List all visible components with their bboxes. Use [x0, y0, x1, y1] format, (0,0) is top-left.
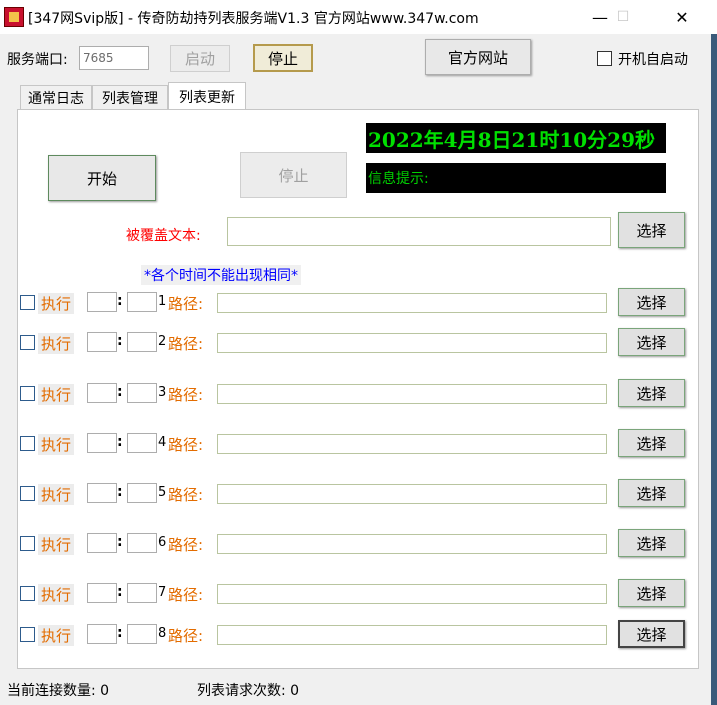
connections-count: 当前连接数量: 0: [7, 683, 110, 699]
port-input[interactable]: 7685: [79, 46, 149, 70]
path-input[interactable]: [217, 434, 607, 454]
time-separator: :: [117, 384, 123, 400]
hour-input[interactable]: [87, 483, 117, 503]
minute-input[interactable]: [127, 533, 157, 553]
minute-input[interactable]: [127, 433, 157, 453]
hour-input[interactable]: [87, 533, 117, 553]
time-separator: :: [117, 584, 123, 600]
time-separator: :: [117, 434, 123, 450]
path-input[interactable]: [217, 534, 607, 554]
path-select-button[interactable]: 选择: [618, 479, 685, 507]
minute-input[interactable]: [127, 292, 157, 312]
path-input[interactable]: [217, 333, 607, 353]
path-label: 路径:: [168, 295, 204, 313]
execute-checkbox[interactable]: [20, 627, 35, 642]
path-select-button[interactable]: 选择: [618, 579, 685, 607]
execute-label: 执行: [38, 584, 75, 605]
execute-checkbox[interactable]: [20, 586, 35, 601]
window-title: [347网Svip版] - 传奇防劫持列表服务端V1.3 官方网站www.347…: [28, 11, 479, 27]
cover-text-select-button[interactable]: 选择: [618, 212, 685, 248]
maximize-button[interactable]: ☐: [600, 0, 646, 34]
execute-label: 执行: [38, 625, 75, 646]
execute-label: 执行: [38, 333, 75, 354]
path-input[interactable]: [217, 584, 607, 604]
app-icon: [4, 7, 24, 27]
path-input[interactable]: [217, 293, 607, 313]
execute-label: 执行: [38, 484, 75, 505]
path-label: 路径:: [168, 436, 204, 454]
execute-checkbox[interactable]: [20, 486, 35, 501]
row-index: 4: [158, 435, 167, 450]
execute-label: 执行: [38, 384, 75, 405]
hour-input[interactable]: [87, 292, 117, 312]
time-separator: :: [117, 625, 123, 641]
path-label: 路径:: [168, 536, 204, 554]
row-index: 8: [158, 626, 167, 641]
path-label: 路径:: [168, 386, 204, 404]
execute-checkbox[interactable]: [20, 335, 35, 350]
time-separator: :: [117, 484, 123, 500]
path-select-button[interactable]: 选择: [618, 288, 685, 316]
minute-input[interactable]: [127, 383, 157, 403]
time-separator: :: [117, 534, 123, 550]
minute-input[interactable]: [127, 483, 157, 503]
time-separator: :: [117, 293, 123, 309]
path-select-button[interactable]: 选择: [618, 328, 685, 356]
path-label: 路径:: [168, 627, 204, 645]
autostart-label: 开机自启动: [618, 52, 688, 68]
execute-checkbox[interactable]: [20, 436, 35, 451]
port-label: 服务端口:: [7, 52, 68, 68]
tab-list-manage[interactable]: 列表管理: [92, 85, 168, 109]
row-index: 2: [158, 334, 167, 349]
hour-input[interactable]: [87, 433, 117, 453]
service-start-button[interactable]: 启动: [170, 45, 230, 72]
hour-input[interactable]: [87, 583, 117, 603]
path-select-button[interactable]: 选择: [618, 620, 685, 648]
time-notice: *各个时间不能出现相同*: [141, 265, 301, 285]
cover-text-label: 被覆盖文本:: [126, 228, 201, 244]
service-stop-button[interactable]: 停止: [253, 44, 313, 72]
request-count: 列表请求次数: 0: [197, 683, 300, 699]
path-select-button[interactable]: 选择: [618, 429, 685, 457]
datetime-display: 2022年4月8日21时10分29秒: [366, 123, 666, 153]
row-index: 7: [158, 585, 167, 600]
path-input[interactable]: [217, 625, 607, 645]
path-label: 路径:: [168, 486, 204, 504]
tab-list-update[interactable]: 列表更新: [168, 82, 246, 110]
row-index: 3: [158, 385, 167, 400]
row-index: 1: [158, 294, 167, 309]
close-button[interactable]: ✕: [659, 0, 705, 34]
path-label: 路径:: [168, 335, 204, 353]
window-edge: [711, 34, 717, 705]
execute-checkbox[interactable]: [20, 386, 35, 401]
execute-label: 执行: [38, 534, 75, 555]
hour-input[interactable]: [87, 332, 117, 352]
start-button[interactable]: 开始: [48, 155, 156, 201]
execute-label: 执行: [38, 293, 75, 314]
hour-input[interactable]: [87, 383, 117, 403]
minute-input[interactable]: [127, 583, 157, 603]
minute-input[interactable]: [127, 624, 157, 644]
minute-input[interactable]: [127, 332, 157, 352]
execute-checkbox[interactable]: [20, 536, 35, 551]
stop-button[interactable]: 停止: [240, 152, 347, 198]
execute-checkbox[interactable]: [20, 295, 35, 310]
info-prompt: 信息提示:: [366, 163, 666, 193]
path-label: 路径:: [168, 586, 204, 604]
path-input[interactable]: [217, 384, 607, 404]
path-select-button[interactable]: 选择: [618, 529, 685, 557]
row-index: 6: [158, 535, 167, 550]
execute-label: 执行: [38, 434, 75, 455]
official-website-button[interactable]: 官方网站: [425, 39, 531, 75]
tab-log[interactable]: 通常日志: [20, 85, 92, 109]
cover-text-input[interactable]: [227, 217, 611, 246]
row-index: 5: [158, 485, 167, 500]
time-separator: :: [117, 333, 123, 349]
autostart-checkbox[interactable]: [597, 51, 612, 66]
path-input[interactable]: [217, 484, 607, 504]
path-select-button[interactable]: 选择: [618, 379, 685, 407]
hour-input[interactable]: [87, 624, 117, 644]
